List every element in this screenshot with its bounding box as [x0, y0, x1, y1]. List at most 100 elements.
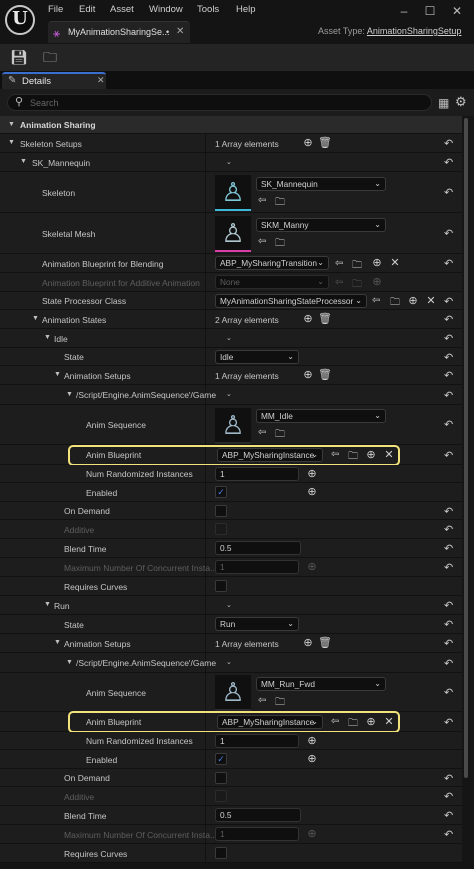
element-options-chevron-icon[interactable]: ⌄: [226, 158, 232, 166]
reset-icon[interactable]: ↶: [444, 186, 453, 199]
chevron-down-icon[interactable]: ▼: [54, 371, 61, 378]
add-icon[interactable]: ⊕: [406, 294, 420, 308]
table-view-icon[interactable]: ▦: [438, 96, 449, 110]
anim-sequence-thumbnail[interactable]: ♙: [215, 675, 251, 711]
skeletal-mesh-asset-picker[interactable]: SKM_Manny ⌄: [256, 218, 386, 232]
blend-time-input[interactable]: 0.5: [215, 541, 301, 555]
browse-icon[interactable]: 🗀: [275, 195, 285, 212]
chevron-down-icon[interactable]: ▼: [8, 121, 15, 128]
close-window-icon[interactable]: ✕: [445, 3, 469, 19]
browse-icon[interactable]: 🗀: [275, 427, 285, 444]
reset-icon[interactable]: ↶: [444, 449, 453, 462]
clear-icon[interactable]: ✕: [388, 256, 402, 270]
num-randomized-input[interactable]: 1: [215, 734, 299, 748]
enabled-checkbox[interactable]: ✓: [215, 486, 227, 498]
chevron-down-icon[interactable]: ▼: [32, 315, 39, 322]
reset-icon[interactable]: ↶: [444, 542, 453, 555]
document-tab[interactable]: ⚹ MyAnimationSharingSe... • ✕: [48, 21, 190, 43]
add-icon[interactable]: ⊕: [370, 256, 384, 270]
browse-to-asset-icon[interactable]: 🗀: [40, 47, 60, 67]
reset-icon[interactable]: ↶: [444, 809, 453, 822]
element-options-chevron-icon[interactable]: ⌄: [226, 334, 232, 342]
menu-tools[interactable]: Tools: [197, 4, 219, 15]
add-element-icon[interactable]: ⊕: [301, 368, 315, 382]
reset-icon[interactable]: ↶: [444, 137, 453, 150]
reset-icon[interactable]: ↶: [444, 828, 453, 841]
element-options-chevron-icon[interactable]: ⌄: [226, 658, 232, 666]
add-icon[interactable]: ⊕: [305, 467, 319, 481]
reset-icon[interactable]: ↶: [444, 790, 453, 803]
reset-icon[interactable]: ↶: [444, 156, 453, 169]
menu-help[interactable]: Help: [236, 4, 256, 15]
add-element-icon[interactable]: ⊕: [301, 312, 315, 326]
state-processor-picker[interactable]: MyAnimationSharingStateProcessor ⌄: [215, 294, 367, 308]
add-icon[interactable]: ⊕: [305, 734, 319, 748]
reset-icon[interactable]: ↶: [444, 618, 453, 631]
search-input[interactable]: ⚲ Search: [7, 94, 432, 111]
element-options-chevron-icon[interactable]: ⌄: [226, 601, 232, 609]
reset-icon[interactable]: ↶: [444, 351, 453, 364]
close-tab-icon[interactable]: ✕: [176, 26, 184, 37]
chevron-down-icon[interactable]: ▼: [8, 139, 15, 146]
delete-all-icon[interactable]: 🗑︎: [318, 636, 332, 650]
blend-time-input[interactable]: 0.5: [215, 808, 301, 822]
reset-icon[interactable]: ↶: [444, 389, 453, 402]
category-animation-sharing[interactable]: ▼ Animation Sharing: [0, 116, 462, 134]
delete-all-icon[interactable]: 🗑︎: [318, 368, 332, 382]
clear-icon[interactable]: ✕: [424, 294, 438, 308]
reset-icon[interactable]: ↶: [444, 686, 453, 699]
use-selected-icon[interactable]: ⇦: [258, 427, 266, 438]
chevron-down-icon[interactable]: ▼: [66, 391, 73, 398]
reset-icon[interactable]: ↶: [444, 523, 453, 536]
save-icon[interactable]: 💾︎: [9, 47, 29, 67]
reset-icon[interactable]: ↶: [444, 369, 453, 382]
menu-edit[interactable]: Edit: [79, 4, 95, 15]
chevron-down-icon[interactable]: ▼: [44, 601, 51, 608]
enabled-checkbox[interactable]: ✓: [215, 753, 227, 765]
asset-type-link[interactable]: AnimationSharingSetup: [367, 26, 462, 36]
requires-curves-checkbox[interactable]: [215, 847, 227, 859]
reset-icon[interactable]: ↶: [444, 227, 453, 240]
state-dropdown[interactable]: Run ⌄: [215, 617, 299, 631]
reset-icon[interactable]: ↶: [444, 418, 453, 431]
reset-icon[interactable]: ↶: [444, 561, 453, 574]
maximize-icon[interactable]: ☐: [418, 3, 442, 19]
menu-asset[interactable]: Asset: [110, 4, 134, 15]
browse-icon[interactable]: 🗀: [275, 695, 285, 712]
reset-icon[interactable]: ↶: [444, 257, 453, 270]
state-dropdown[interactable]: Idle ⌄: [215, 350, 299, 364]
chevron-down-icon[interactable]: ▼: [20, 158, 27, 165]
use-selected-icon[interactable]: ⇦: [372, 295, 380, 306]
anim-sequence-thumbnail[interactable]: ♙: [215, 408, 251, 444]
delete-all-icon[interactable]: 🗑︎: [318, 312, 332, 326]
unreal-logo[interactable]: U: [5, 5, 35, 35]
reset-icon[interactable]: ↶: [444, 599, 453, 612]
minimize-icon[interactable]: –: [392, 3, 416, 19]
add-icon[interactable]: ⊕: [305, 752, 319, 766]
add-element-icon[interactable]: ⊕: [301, 136, 315, 150]
browse-icon[interactable]: 🗀: [275, 236, 285, 253]
chevron-down-icon[interactable]: ▼: [54, 639, 61, 646]
reset-icon[interactable]: ↶: [444, 716, 453, 729]
anim-sequence-picker[interactable]: MM_Idle ⌄: [256, 409, 386, 423]
reset-icon[interactable]: ↶: [444, 657, 453, 670]
skeletal-mesh-thumbnail[interactable]: ♙: [215, 216, 251, 252]
reset-icon[interactable]: ↶: [444, 295, 453, 308]
use-selected-icon[interactable]: ⇦: [258, 195, 266, 206]
reset-icon[interactable]: ↶: [444, 772, 453, 785]
skeleton-thumbnail[interactable]: ♙: [215, 175, 251, 211]
reset-icon[interactable]: ↶: [444, 332, 453, 345]
on-demand-checkbox[interactable]: [215, 772, 227, 784]
on-demand-checkbox[interactable]: [215, 505, 227, 517]
chevron-down-icon[interactable]: ▼: [44, 334, 51, 341]
use-selected-icon[interactable]: ⇦: [335, 258, 343, 269]
blend-blueprint-picker[interactable]: ABP_MySharingTransition ⌄: [215, 256, 329, 270]
anim-sequence-picker[interactable]: MM_Run_Fwd ⌄: [256, 677, 386, 691]
requires-curves-checkbox[interactable]: [215, 580, 227, 592]
add-element-icon[interactable]: ⊕: [301, 636, 315, 650]
use-selected-icon[interactable]: ⇦: [258, 695, 266, 706]
add-icon[interactable]: ⊕: [305, 485, 319, 499]
skeleton-asset-picker[interactable]: SK_Mannequin ⌄: [256, 177, 386, 191]
close-details-icon[interactable]: ✕: [97, 75, 105, 86]
num-randomized-input[interactable]: 1: [215, 467, 299, 481]
